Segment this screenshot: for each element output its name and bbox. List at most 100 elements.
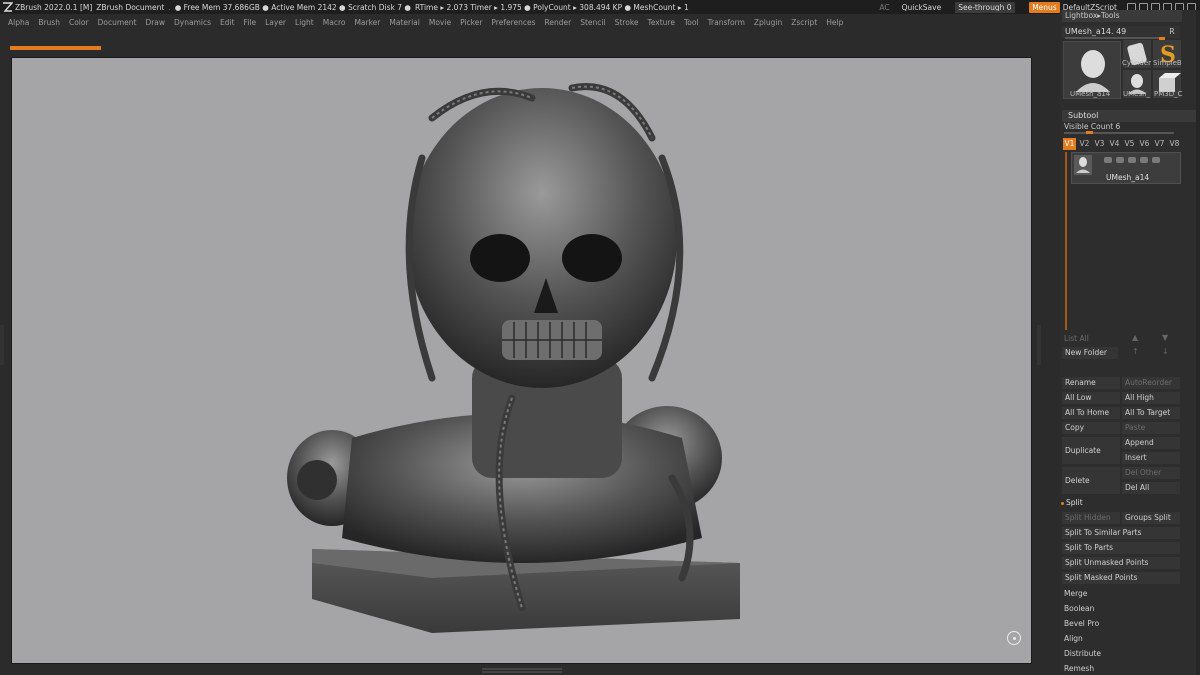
menu-material[interactable]: Material [389,18,419,27]
menu-color[interactable]: Color [69,18,89,27]
visibility-tab-v7[interactable]: V7 [1153,138,1166,150]
menu-brush[interactable]: Brush [38,18,60,27]
all-low-button[interactable]: All Low [1062,392,1120,404]
visibility-tab-v4[interactable]: V4 [1108,138,1121,150]
copy-button[interactable]: Copy [1062,422,1120,434]
all-to-home-button[interactable]: All To Home [1062,407,1120,419]
menu-picker[interactable]: Picker [460,18,482,27]
menu-light[interactable]: Light [295,18,314,27]
see-through-slider[interactable]: See-through 0 [955,1,1016,13]
visibility-tab-v3[interactable]: V3 [1093,138,1106,150]
navigation-gizmo-icon[interactable] [1007,631,1021,645]
menu-transform[interactable]: Transform [708,18,745,27]
menu-alpha[interactable]: Alpha [8,18,29,27]
subtool-list-scrollbar[interactable] [1065,152,1067,330]
ac-label[interactable]: AC [879,3,889,12]
split-similar-parts-button[interactable]: Split To Similar Parts [1062,527,1180,539]
menu-document[interactable]: Document [98,18,137,27]
split-unmasked-button[interactable]: Split Unmasked Points [1062,557,1180,569]
distribute-section[interactable]: Distribute [1064,649,1101,658]
subtool-item[interactable]: UMesh_a14 [1071,152,1181,184]
menu-macro[interactable]: Macro [323,18,346,27]
split-to-parts-button[interactable]: Split To Parts [1062,542,1180,554]
visibility-tab-v6[interactable]: V6 [1138,138,1151,150]
menu-tool[interactable]: Tool [684,18,699,27]
list-all-button[interactable]: List All [1064,334,1089,343]
menu-movie[interactable]: Movie [429,18,451,27]
menu-file[interactable]: File [244,18,257,27]
left-tray-handle[interactable] [0,325,4,365]
subtool-header[interactable]: Subtool [1062,110,1197,122]
menu-preferences[interactable]: Preferences [491,18,535,27]
document-canvas[interactable] [11,57,1032,664]
del-all-button[interactable]: Del All [1122,482,1180,494]
del-other-button[interactable]: Del Other [1122,467,1180,479]
remesh-section[interactable]: Remesh [1064,664,1094,673]
menu-layer[interactable]: Layer [265,18,286,27]
move-down-icon[interactable]: ↓ [1162,347,1169,356]
title-bar: ZBrush 2022.0.1 [M] ZBrush Document . ● … [0,0,1200,14]
move-up-icon[interactable]: ↑ [1132,347,1139,356]
visibility-tab-v5[interactable]: V5 [1123,138,1136,150]
brush-toggle-icon[interactable] [1104,157,1112,163]
menu-bar: Alpha Brush Color Document Draw Dynamics Edit F… [0,14,1060,31]
visibility-tab-v8[interactable]: V8 [1168,138,1181,150]
right-tray-handle[interactable] [1037,325,1041,365]
visibility-eye-icon[interactable] [1152,157,1160,163]
merge-section[interactable]: Merge [1064,589,1087,598]
menu-stencil[interactable]: Stencil [580,18,605,27]
visibility-tab-v1[interactable]: V1 [1063,138,1076,150]
menu-dynamics[interactable]: Dynamics [174,18,211,27]
visibility-set-tabs: V1 V2 V3 V4 V5 V6 V7 V8 [1063,138,1181,150]
all-to-target-button[interactable]: All To Target [1122,407,1180,419]
split-hidden-button[interactable]: Split Hidden [1062,512,1120,524]
poly-toggle-icon[interactable] [1128,157,1136,163]
menu-marker[interactable]: Marker [354,18,380,27]
thumb-label-pm3d: PM3D_C [1154,90,1183,98]
visible-count-slider[interactable] [1064,131,1174,134]
title-dot: . [168,2,171,12]
menu-texture[interactable]: Texture [648,18,675,27]
duplicate-button[interactable]: Duplicate [1062,437,1120,464]
app-title: ZBrush 2022.0.1 [M] [15,2,93,12]
section-dot-icon [1061,501,1064,505]
fold-toggle-icon[interactable] [1116,157,1124,163]
arrow-down-icon[interactable]: ▼ [1162,333,1168,342]
split-masked-button[interactable]: Split Masked Points [1062,572,1180,584]
auto-reorder-button[interactable]: AutoReorder [1122,377,1180,389]
menu-zscript[interactable]: Zscript [791,18,817,27]
subtool-thumb [1074,155,1092,175]
insert-button[interactable]: Insert [1122,452,1180,464]
menu-render[interactable]: Render [545,18,572,27]
align-section[interactable]: Align [1064,634,1083,643]
menu-zplugin[interactable]: Zplugin [754,18,782,27]
menu-draw[interactable]: Draw [145,18,165,27]
document-title: ZBrush Document [96,2,165,12]
bottom-tray-handle[interactable] [482,668,562,673]
append-button[interactable]: Append [1122,437,1180,449]
menus-button[interactable]: Menus [1029,1,1060,13]
arrow-up-icon[interactable]: ▲ [1132,333,1138,342]
thumb-label-simplebrush: SimpleB [1153,59,1182,67]
menu-stroke[interactable]: Stroke [615,18,639,27]
all-high-button[interactable]: All High [1122,392,1180,404]
quicksave-button[interactable]: QuickSave [902,3,942,12]
new-folder-button[interactable]: New Folder [1062,347,1118,359]
menu-edit[interactable]: Edit [220,18,235,27]
rename-button[interactable]: Rename [1062,377,1120,389]
lightbox-tools-button[interactable]: Lightbox▸Tools [1062,10,1182,22]
current-tool-slider[interactable]: UMesh_a14. 49 [1062,26,1180,40]
r-button[interactable]: R [1166,26,1178,38]
paste-button[interactable]: Paste [1122,422,1180,434]
split-section-header[interactable]: Split [1061,498,1083,507]
boolean-section[interactable]: Boolean [1064,604,1094,613]
mask-toggle-icon[interactable] [1140,157,1148,163]
visibility-tab-v2[interactable]: V2 [1078,138,1091,150]
palette-scrollbar[interactable] [1196,10,1200,675]
menu-help[interactable]: Help [826,18,843,27]
bevel-pro-section[interactable]: Bevel Pro [1064,619,1099,628]
delete-button[interactable]: Delete [1062,467,1120,494]
render-stats: RTime ▸ 2.073 Timer ▸ 1.975 ● PolyCount … [414,2,689,12]
groups-split-button[interactable]: Groups Split [1122,512,1180,524]
thumb-label-umesh-small: UMesh_ [1123,90,1151,98]
